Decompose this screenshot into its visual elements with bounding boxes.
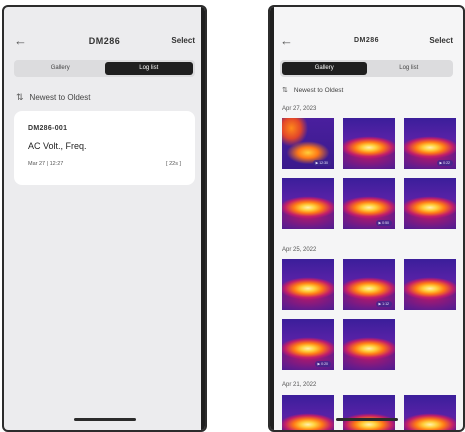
top-bar: ← DM286 Select (4, 31, 205, 51)
tab-log-list[interactable]: Log list (367, 62, 452, 75)
thermal-thumbnail[interactable]: ▶ 0:50 (343, 178, 395, 229)
thermal-thumbnail[interactable] (343, 319, 395, 370)
log-measurement-type: AC Volt., Freq. (28, 141, 87, 151)
thermal-thumbnail[interactable]: ▶ 0:20 (282, 319, 334, 370)
thermal-thumbnail[interactable] (343, 118, 395, 169)
thermal-thumbnail[interactable] (343, 395, 395, 430)
view-toggle: Gallery Log list (14, 60, 195, 77)
video-duration-badge: ▶ 0:22 (436, 160, 453, 166)
thumbnail-grid: ▶ 12:30 ▶ 0:22 ▶ 0:50 (282, 118, 456, 229)
thermal-thumbnail[interactable] (404, 259, 456, 310)
date-header: Apr 21, 2022 (282, 382, 317, 388)
date-header: Apr 25, 2022 (282, 247, 317, 253)
video-duration-badge: ▶ 1:12 (375, 301, 392, 307)
thumbnail-grid (282, 395, 456, 430)
tab-gallery[interactable]: Gallery (16, 62, 105, 75)
video-duration-badge: ▶ 0:20 (314, 361, 331, 367)
tab-log-list[interactable]: Log list (104, 62, 193, 75)
sort-label: Newest to Oldest (29, 93, 91, 102)
thermal-thumbnail[interactable]: ▶ 1:12 (343, 259, 395, 310)
phone-log-list: ← DM286 Select Gallery Log list ⇅ Newest… (2, 5, 207, 432)
thermal-thumbnail[interactable] (282, 259, 334, 310)
thermal-thumbnail[interactable]: ▶ 12:30 (282, 118, 334, 169)
video-duration-badge: ▶ 12:30 (312, 160, 331, 166)
tab-gallery[interactable]: Gallery (282, 62, 367, 75)
sort-control[interactable]: ⇅ Newest to Oldest (282, 86, 344, 95)
home-indicator (335, 418, 398, 421)
thermal-thumbnail[interactable] (404, 395, 456, 430)
sort-label: Newest to Oldest (293, 86, 344, 94)
thermal-thumbnail[interactable]: ▶ 0:22 (404, 118, 456, 169)
log-duration: [ 22s ] (166, 161, 181, 167)
select-button[interactable]: Select (171, 31, 195, 51)
log-timestamp: Mar 27 | 12:27 (28, 161, 64, 167)
empty-slot (404, 319, 456, 370)
top-bar: ← DM286 Select (270, 31, 463, 51)
video-duration-badge: ▶ 0:50 (375, 220, 392, 226)
log-card[interactable]: DM286-001 AC Volt., Freq. Mar 27 | 12:27… (14, 111, 195, 185)
sort-icon: ⇅ (16, 92, 24, 102)
thermal-thumbnail[interactable] (282, 178, 334, 229)
home-indicator (73, 418, 136, 421)
view-toggle: Gallery Log list (280, 60, 453, 77)
log-id: DM286-001 (28, 125, 68, 132)
sort-icon: ⇅ (282, 87, 288, 94)
thumbnail-grid: ▶ 1:12 ▶ 0:20 (282, 259, 456, 370)
thermal-thumbnail[interactable] (282, 395, 334, 430)
select-button[interactable]: Select (429, 31, 453, 51)
sort-control[interactable]: ⇅ Newest to Oldest (16, 92, 90, 103)
date-header: Apr 27, 2023 (282, 106, 317, 112)
thermal-thumbnail[interactable] (404, 178, 456, 229)
phone-gallery: ← DM286 Select Gallery Log list ⇅ Newest… (268, 5, 465, 432)
